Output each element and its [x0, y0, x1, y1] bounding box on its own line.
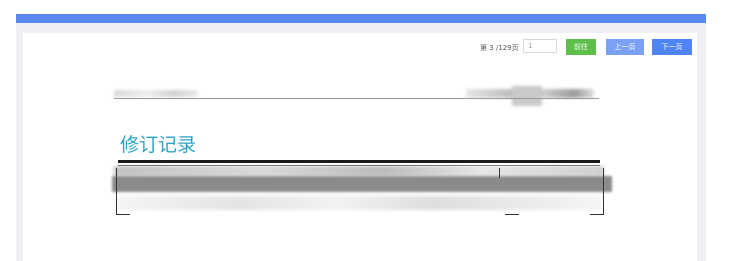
table-header-obscured	[114, 166, 604, 176]
title-divider-thick	[118, 160, 600, 163]
table-row-obscured	[118, 196, 602, 210]
table-bottom-right	[590, 214, 604, 215]
section-title: 修订记录	[120, 134, 197, 156]
header-left-obscured	[114, 90, 198, 97]
table-column-divider	[499, 168, 500, 178]
header-divider	[114, 98, 599, 99]
table-border-right	[603, 168, 604, 214]
go-to-page-button[interactable]: 前往	[566, 39, 596, 55]
table-border-left	[116, 168, 117, 214]
table-bottom-mid	[505, 214, 519, 215]
page-indicator: 第 3 /129页	[480, 44, 519, 52]
previous-page-button[interactable]: 上一页	[606, 39, 644, 55]
table-header-band	[112, 176, 612, 192]
page-number-input[interactable]	[523, 39, 557, 53]
header-right-block	[512, 86, 542, 106]
table-bottom-left	[116, 214, 130, 215]
top-accent-bar	[16, 14, 706, 23]
next-page-button[interactable]: 下一页	[652, 39, 692, 55]
